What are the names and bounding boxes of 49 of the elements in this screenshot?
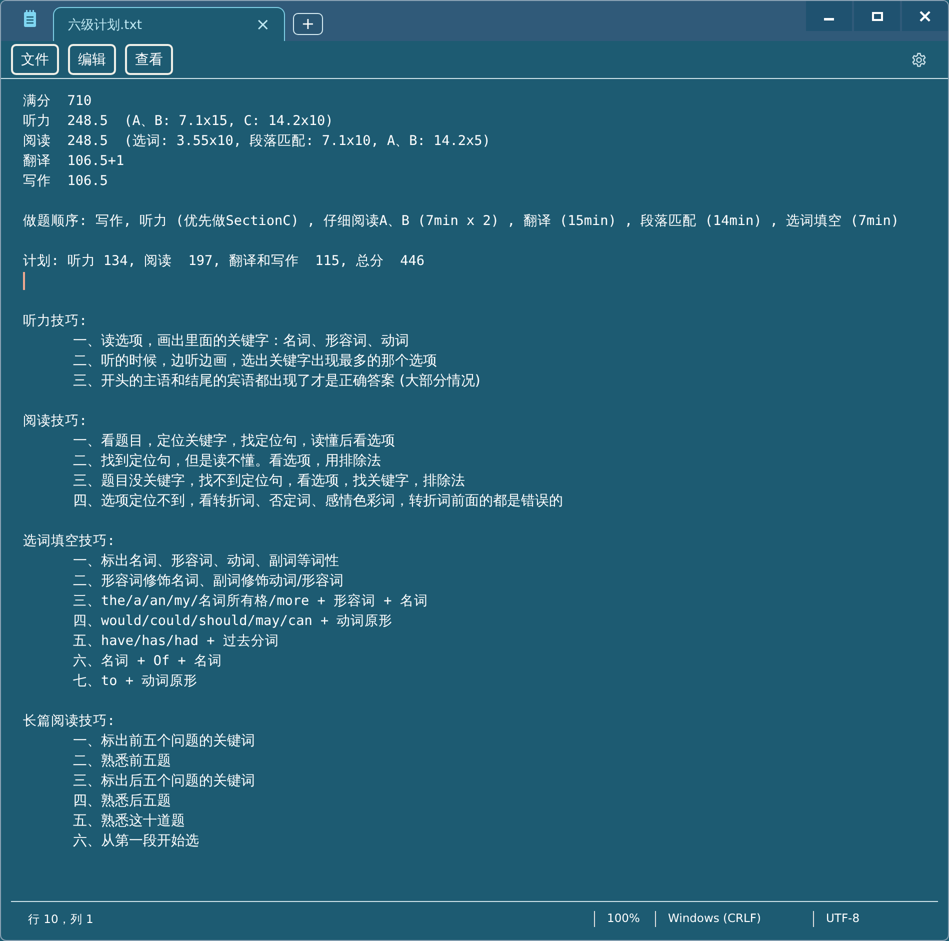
text-line: 满分 710	[23, 93, 92, 109]
text-line: 选词填空技巧:	[23, 533, 116, 549]
text-line: 二、找到定位句，但是读不懂。看选项，用排除法	[73, 453, 381, 469]
new-tab-button[interactable]: +	[293, 13, 323, 35]
text-line: 三、标出后五个问题的关键词	[73, 773, 255, 789]
encoding: UTF-8	[813, 911, 938, 927]
text-line: 翻译 106.5+1	[23, 153, 124, 169]
text-line: 二、听的时候，边听边画，选出关键字出现最多的那个选项	[73, 353, 437, 369]
text-line: 四、选项定位不到，看转折词、否定词、感情色彩词，转折词前面的都是错误的	[73, 493, 563, 509]
text-line: 三、开头的主语和结尾的宾语都出现了才是正确答案 (大部分情况)	[73, 373, 480, 389]
close-window-button[interactable]: ×	[902, 1, 948, 31]
maximize-button[interactable]	[854, 1, 900, 31]
text-line: 二、形容词修饰名词、副词修饰动词/形容词	[73, 573, 344, 589]
text-line: 听力技巧:	[23, 313, 88, 329]
menu-button[interactable]: 查看	[125, 44, 173, 75]
text-line: 写作 106.5	[23, 173, 108, 189]
text-line: 一、标出名词、形容词、动词、副词等词性	[73, 553, 339, 569]
text-line: 计划: 听力 134, 阅读 197, 翻译和写作 115, 总分 446	[23, 253, 424, 269]
text-line: 二、熟悉前五题	[73, 753, 171, 769]
text-line: 阅读 248.5 (选词: 3.55x10, 段落匹配: 7.1x10, A、B: 14.2x5)	[23, 133, 490, 149]
close-tab-button[interactable]: ×	[250, 14, 276, 34]
text-line: 三、题目没关键字，找不到定位句，看选项，找关键字，排除法	[73, 473, 465, 489]
text-line: 四、熟悉后五题	[73, 793, 171, 809]
notepad-icon	[23, 10, 37, 28]
text-line: 七、to + 动词原形	[73, 673, 198, 689]
cursor-position: 行 10，列 1	[27, 912, 94, 926]
text-line: 五、熟悉这十道题	[73, 813, 185, 829]
zoom-level: 100%	[594, 911, 655, 927]
text-cursor	[23, 272, 24, 290]
menu-button[interactable]: 编辑	[68, 44, 116, 75]
file-tab[interactable]: 六级计划.txt ×	[53, 7, 285, 41]
text-line: 做题顺序: 写作, 听力 (优先做SectionC) , 仔细阅读A、B (7min x 2) , 翻译 (15min) , 段落匹配 (14min) , 选词填空 (7min)	[23, 213, 900, 229]
text-line: 五、have/has/had + 过去分词	[73, 633, 279, 649]
text-line: 听力 248.5 (A、B: 7.1x15, C: 14.2x10)	[23, 113, 334, 129]
settings-icon[interactable]	[911, 52, 927, 68]
maximize-icon	[872, 12, 882, 20]
menu-button[interactable]: 文件	[11, 44, 59, 75]
text-line: 长篇阅读技巧:	[23, 713, 116, 729]
tab-title: 六级计划.txt	[68, 16, 144, 34]
text-line: 一、读选项，画出里面的关键字：名词、形容词、动词	[73, 333, 409, 349]
text-line: 六、名词 + Of + 名词	[73, 653, 222, 669]
text-line: 四、would/could/should/may/can + 动词原形	[73, 613, 393, 629]
text-line: 三、the/a/an/my/名词所有格/more + 形容词 + 名词	[73, 593, 428, 609]
minimize-icon	[824, 18, 834, 20]
text-line: 六、从第一段开始选	[73, 833, 199, 849]
text-line: 一、标出前五个问题的关键词	[73, 733, 255, 749]
text-line: 一、看题目，定位关键字，找定位句，读懂后看选项	[73, 433, 395, 449]
line-ending: Windows (CRLF)	[655, 911, 813, 927]
text-line: 阅读技巧:	[23, 413, 88, 429]
